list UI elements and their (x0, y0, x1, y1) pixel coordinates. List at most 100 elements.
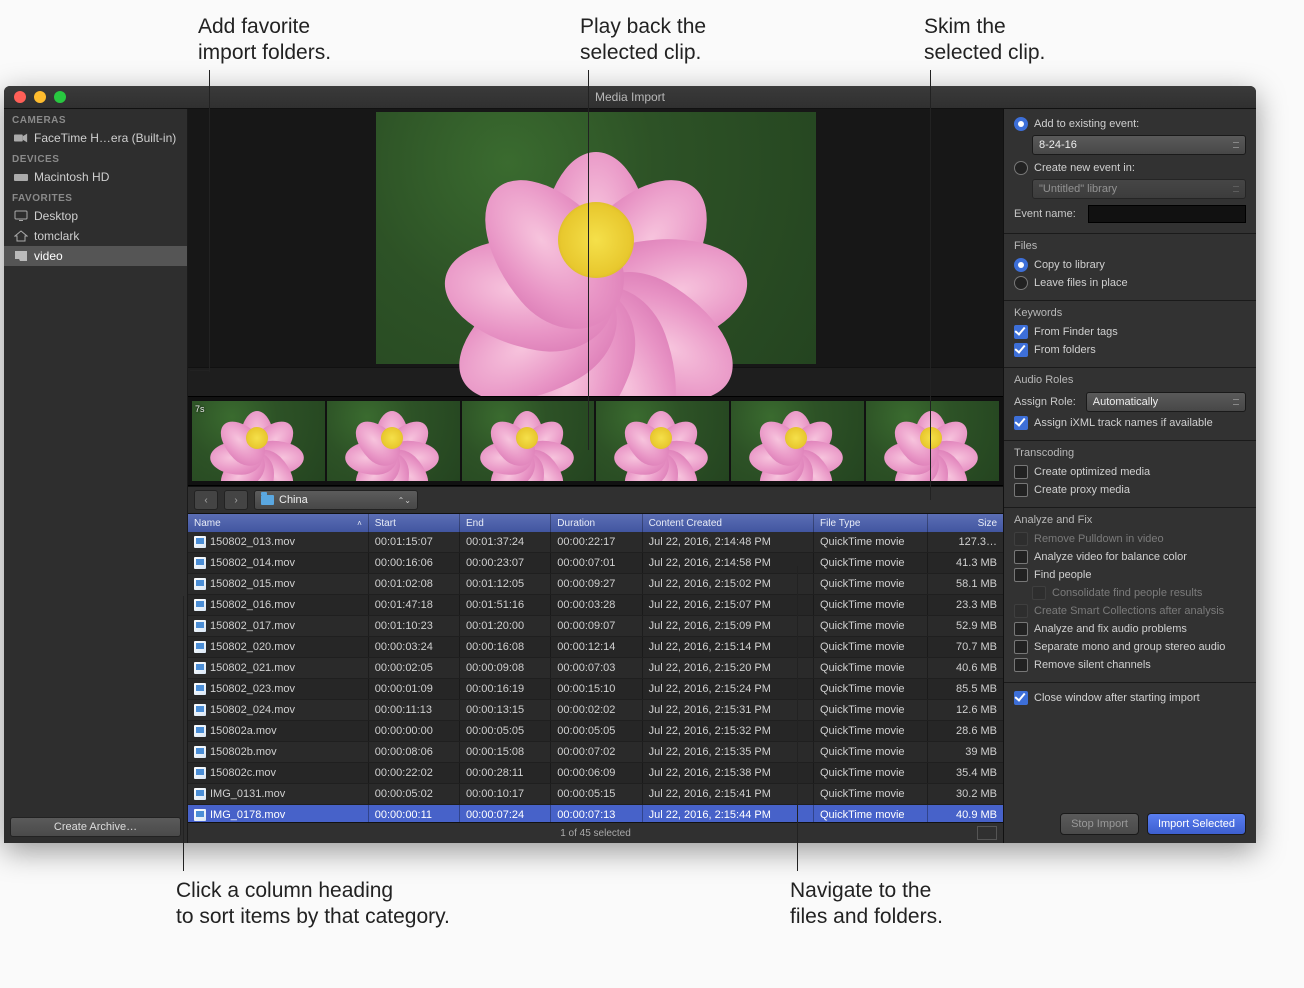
table-body[interactable]: 150802_013.mov 00:01:15:07 00:01:37:24 0… (188, 532, 1003, 822)
nav-forward-button[interactable]: › (224, 490, 248, 510)
filmstrip-thumb[interactable] (866, 401, 999, 481)
radio-icon (1014, 161, 1028, 175)
filmstrip-thumb[interactable] (462, 401, 595, 481)
check-create-smart: Create Smart Collections after analysis (1014, 602, 1246, 620)
close-icon[interactable] (14, 91, 26, 103)
check-optimized[interactable]: Create optimized media (1014, 463, 1246, 481)
filmstrip-thumb[interactable] (731, 401, 864, 481)
table-row[interactable]: 150802c.mov 00:00:22:02 00:00:28:11 00:0… (188, 763, 1003, 784)
event-name-input[interactable] (1088, 205, 1246, 223)
minimize-icon[interactable] (34, 91, 46, 103)
sidebar-item-device[interactable]: Macintosh HD (4, 167, 187, 187)
column-start[interactable]: Start (369, 514, 460, 532)
cell-end: 00:01:37:24 (460, 532, 551, 552)
check-proxy[interactable]: Create proxy media (1014, 481, 1246, 499)
table-row[interactable]: 150802_020.mov 00:00:03:24 00:00:16:08 0… (188, 637, 1003, 658)
check-consolidate-people: Consolidate find people results (1014, 584, 1246, 602)
check-label: Close window after starting import (1034, 692, 1200, 704)
cell-end: 00:00:23:07 (460, 553, 551, 573)
table-row[interactable]: 150802_015.mov 00:01:02:08 00:01:12:05 0… (188, 574, 1003, 595)
cell-duration: 00:00:02:02 (551, 700, 642, 720)
sidebar-item-desktop[interactable]: Desktop (4, 206, 187, 226)
preview-image (376, 112, 816, 364)
table-row[interactable]: 150802_021.mov 00:00:02:05 00:00:09:08 0… (188, 658, 1003, 679)
radio-add-existing[interactable]: Add to existing event: (1014, 115, 1246, 133)
cell-file-type: QuickTime movie (814, 532, 928, 552)
table-row[interactable]: 150802b.mov 00:00:08:06 00:00:15:08 00:0… (188, 742, 1003, 763)
create-archive-button[interactable]: Create Archive… (10, 817, 181, 837)
table-row[interactable]: IMG_0178.mov 00:00:00:11 00:00:07:24 00:… (188, 805, 1003, 822)
check-find-people[interactable]: Find people (1014, 566, 1246, 584)
cell-size: 39 MB (928, 742, 1003, 762)
movie-file-icon (194, 746, 206, 758)
table-row[interactable]: 150802_017.mov 00:01:10:23 00:01:20:00 0… (188, 616, 1003, 637)
filmstrip[interactable]: /*thumbnails generated below via JS clon… (188, 396, 1003, 486)
filmstrip-thumb[interactable] (596, 401, 729, 481)
check-close-after[interactable]: Close window after starting import (1014, 689, 1246, 707)
existing-event-select[interactable]: 8-24-16 (1032, 135, 1246, 155)
movie-file-icon (194, 620, 206, 632)
nav-back-button[interactable]: ‹ (194, 490, 218, 510)
filmstrip-thumb[interactable]: 7s (192, 401, 325, 481)
table-row[interactable]: 150802_014.mov 00:00:16:06 00:00:23:07 0… (188, 553, 1003, 574)
sidebar-item-camera[interactable]: FaceTime H…era (Built-in) (4, 128, 187, 148)
cell-duration: 00:00:12:14 (551, 637, 642, 657)
view-toggle[interactable] (977, 826, 997, 840)
check-ixml[interactable]: Assign iXML track names if available (1014, 414, 1246, 432)
cell-content-created: Jul 22, 2016, 2:14:48 PM (643, 532, 814, 552)
check-finder-tags[interactable]: From Finder tags (1014, 323, 1246, 341)
sidebar-item-video[interactable]: video (4, 246, 187, 266)
cell-content-created: Jul 22, 2016, 2:15:02 PM (643, 574, 814, 594)
column-duration[interactable]: Duration (551, 514, 642, 532)
checkbox-icon (1032, 586, 1046, 600)
cell-content-created: Jul 22, 2016, 2:15:32 PM (643, 721, 814, 741)
zoom-icon[interactable] (54, 91, 66, 103)
cell-file-type: QuickTime movie (814, 805, 928, 822)
radio-copy-library[interactable]: Copy to library (1014, 256, 1246, 274)
table-row[interactable]: IMG_0131.mov 00:00:05:02 00:00:10:17 00:… (188, 784, 1003, 805)
path-popup[interactable]: China ⌃⌄ (254, 490, 418, 510)
filmstrip-thumb[interactable] (327, 401, 460, 481)
viewer[interactable] (188, 109, 1003, 367)
column-end[interactable]: End (460, 514, 551, 532)
cell-name: IMG_0131.mov (210, 788, 285, 800)
cell-start: 00:01:15:07 (369, 532, 460, 552)
event-name-label: Event name: (1014, 208, 1076, 220)
drive-icon (14, 171, 28, 183)
checkbox-icon (1014, 658, 1028, 672)
column-size[interactable]: Size (928, 514, 1003, 532)
checkbox-icon (1014, 622, 1028, 636)
table-row[interactable]: 150802a.mov 00:00:00:00 00:00:05:05 00:0… (188, 721, 1003, 742)
check-from-folders[interactable]: From folders (1014, 341, 1246, 359)
status-bar: 1 of 45 selected (188, 822, 1003, 843)
column-file-type[interactable]: File Type (814, 514, 928, 532)
radio-leave-in-place[interactable]: Leave files in place (1014, 274, 1246, 292)
table-row[interactable]: 150802_013.mov 00:01:15:07 00:01:37:24 0… (188, 532, 1003, 553)
section-keywords: Keywords (1014, 307, 1246, 319)
titlebar[interactable]: Media Import (4, 86, 1256, 109)
table-row[interactable]: 150802_024.mov 00:00:11:13 00:00:13:15 0… (188, 700, 1003, 721)
check-label: Remove silent channels (1034, 659, 1151, 671)
status-text: 1 of 45 selected (560, 828, 631, 839)
movie-file-icon (194, 557, 206, 569)
checkbox-icon (1014, 550, 1028, 564)
check-balance-color[interactable]: Analyze video for balance color (1014, 548, 1246, 566)
check-label: Create optimized media (1034, 466, 1150, 478)
table-row[interactable]: 150802_016.mov 00:01:47:18 00:01:51:16 0… (188, 595, 1003, 616)
import-selected-button[interactable]: Import Selected (1147, 813, 1246, 835)
sidebar-item-home[interactable]: tomclark (4, 226, 187, 246)
cell-size: 35.4 MB (928, 763, 1003, 783)
cell-end: 00:00:07:24 (460, 805, 551, 822)
stop-import-button[interactable]: Stop Import (1060, 813, 1139, 835)
check-label: Consolidate find people results (1052, 587, 1202, 599)
cell-end: 00:01:12:05 (460, 574, 551, 594)
table-row[interactable]: 150802_023.mov 00:00:01:09 00:00:16:19 0… (188, 679, 1003, 700)
column-name[interactable]: Name˄ (188, 514, 369, 532)
sidebar-item-label: Desktop (34, 209, 78, 223)
check-separate-mono[interactable]: Separate mono and group stereo audio (1014, 638, 1246, 656)
radio-create-new[interactable]: Create new event in: (1014, 159, 1246, 177)
column-content-created[interactable]: Content Created (643, 514, 814, 532)
check-remove-silent[interactable]: Remove silent channels (1014, 656, 1246, 674)
check-audio-problems[interactable]: Analyze and fix audio problems (1014, 620, 1246, 638)
assign-role-select[interactable]: Automatically (1086, 392, 1246, 412)
